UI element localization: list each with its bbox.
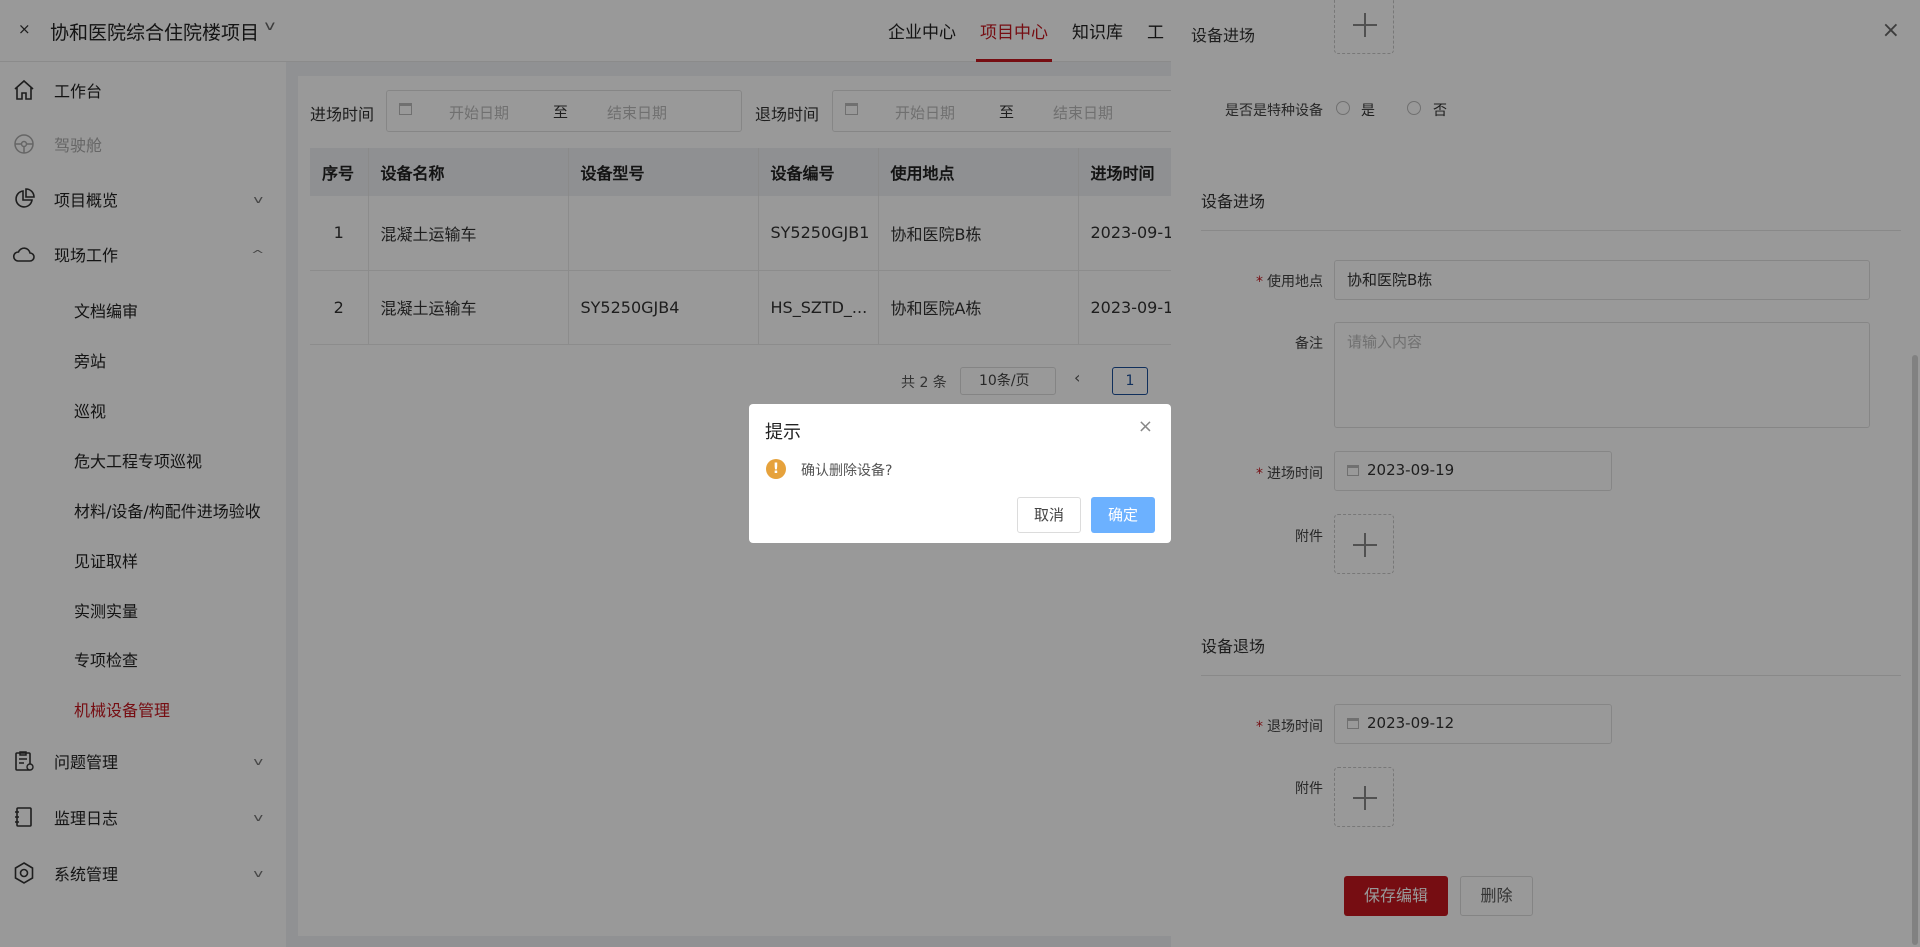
dialog-message: 确认删除设备? bbox=[801, 463, 893, 479]
drawer-overlay bbox=[1171, 0, 1920, 947]
close-icon[interactable]: × bbox=[1138, 416, 1153, 437]
cancel-button[interactable]: 取消 bbox=[1017, 497, 1081, 533]
confirm-dialog: 提示 × ! 确认删除设备? 取消 确定 bbox=[749, 404, 1171, 543]
warning-icon: ! bbox=[766, 459, 786, 479]
confirm-button[interactable]: 确定 bbox=[1091, 497, 1155, 533]
dialog-title: 提示 bbox=[765, 422, 801, 443]
